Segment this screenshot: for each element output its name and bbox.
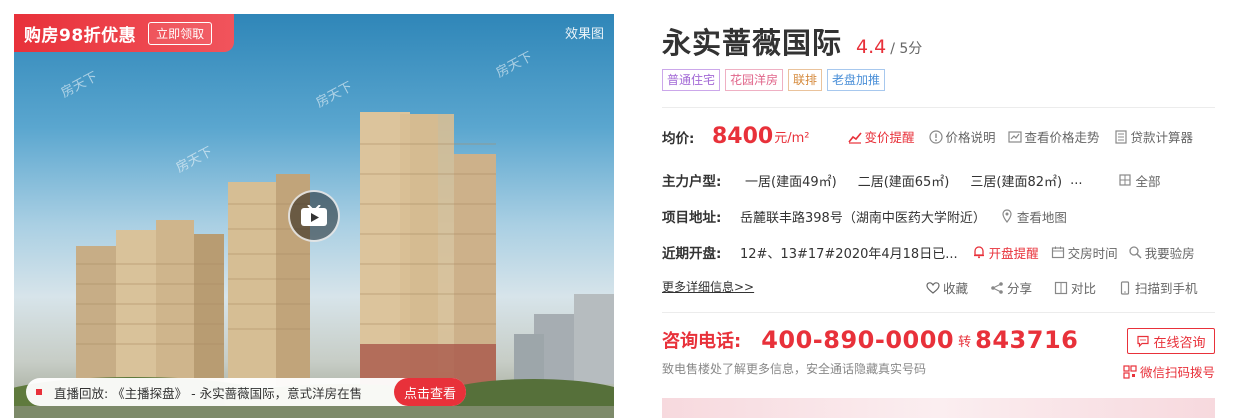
share-actions: 收藏 分享 对比 扫描到手机 [926, 278, 1198, 297]
price-unit: 元/m² [774, 131, 810, 146]
effect-image-tag: 效果图 [564, 27, 604, 42]
more-details-link[interactable]: 更多详细信息>> [662, 278, 754, 295]
calendar-icon [1051, 246, 1064, 259]
inspection-link[interactable]: 我要验房 [1128, 243, 1195, 262]
price-row: 均价: 8400 元/m² 变价提醒 价格说明 查看价格走势 贷款计算器 [662, 124, 1193, 149]
online-consult-button[interactable]: 在线咨询 [1127, 328, 1215, 354]
layout-all-link[interactable]: 全部 [1118, 171, 1160, 190]
tag-badge: 老盘加推 [827, 69, 886, 91]
price-trend-label: 查看价格走势 [1024, 130, 1100, 145]
phone-note: 致电售楼处了解更多信息，安全通话隐藏真实号码 [662, 362, 927, 376]
phone-icon [1120, 280, 1130, 295]
score-max: / 5分 [890, 41, 923, 57]
loan-calculator-label: 贷款计算器 [1130, 130, 1194, 145]
divider [662, 107, 1215, 108]
tag-badge: 联排 [788, 69, 823, 91]
project-info-panel: 永实蔷薇国际 4.4 / 5分 普通住宅 花园洋房 联排 老盘加推 均价: 84… [662, 0, 1215, 418]
heart-icon [926, 281, 940, 294]
inspect-icon [1128, 246, 1142, 259]
view-map-label: 查看地图 [1016, 209, 1067, 225]
address-label: 项目地址: [662, 210, 722, 226]
address-row: 项目地址: 岳麓联丰路398号（湖南中医药大学附近） 查看地图 [662, 206, 1067, 226]
favorite-button[interactable]: 收藏 [926, 278, 968, 297]
chart-icon [847, 131, 862, 144]
info-icon [928, 129, 943, 144]
phone-number: 400-890-0000 [761, 326, 955, 354]
layout-item[interactable]: 二居(建面65㎡) [858, 171, 950, 190]
compare-button[interactable]: 对比 [1054, 278, 1096, 297]
layout-item[interactable]: 三居(建面82㎡) [970, 171, 1062, 190]
chat-icon [1137, 335, 1150, 348]
price-alert-link[interactable]: 变价提醒 [847, 127, 915, 146]
promo-banner: 购房98折优惠 立即领取 [14, 14, 234, 52]
address-value: 岳麓联丰路398号（湖南中医药大学附近） [740, 210, 986, 226]
live-replay-bar[interactable]: 直播回放: 《主播探盘》 - 永实蔷薇国际，意式洋房在售 点击查看 [26, 378, 466, 406]
online-consult-label: 在线咨询 [1153, 335, 1206, 351]
live-replay-text: 直播回放: 《主播探盘》 - 永实蔷薇国际，意式洋房在售 [54, 385, 363, 401]
price-trend-link[interactable]: 查看价格走势 [1007, 127, 1100, 146]
grid-icon [1119, 174, 1132, 186]
layout-all-label: 全部 [1135, 173, 1161, 189]
opening-alert-label: 开盘提醒 [988, 245, 1039, 261]
qrcode-icon [1123, 364, 1137, 379]
inspection-label: 我要验房 [1144, 245, 1195, 261]
opening-value: 12#、13#17#2020年4月18日已... [740, 246, 958, 262]
price-value: 8400 [712, 124, 774, 149]
share-icon [991, 281, 1003, 294]
opening-alert-link[interactable]: 开盘提醒 [972, 243, 1039, 262]
share-label: 分享 [1007, 281, 1033, 296]
delivery-time-link[interactable]: 交房时间 [1051, 243, 1118, 262]
layout-row: 主力户型: 一居(建面49㎡) 二居(建面65㎡) 三居(建面82㎡) ... … [662, 170, 1160, 191]
share-button[interactable]: 分享 [990, 278, 1032, 297]
compare-label: 对比 [1071, 281, 1097, 296]
delivery-time-label: 交房时间 [1067, 245, 1118, 261]
calculator-icon [1114, 129, 1127, 144]
scan-to-phone-label: 扫描到手机 [1135, 281, 1198, 296]
price-label: 均价: [662, 130, 695, 147]
price-alert-label: 变价提醒 [864, 130, 915, 145]
wechat-scan-dial-label: 微信扫码拨号 [1139, 365, 1215, 380]
layout-label: 主力户型: [662, 174, 722, 190]
view-map-link[interactable]: 查看地图 [1000, 207, 1067, 226]
hero-image[interactable]: 房天下 房天下 房天下 房天下 购房98折优惠 立即领取 效果图 直播回放: 《… [14, 14, 614, 418]
loan-calculator-link[interactable]: 贷款计算器 [1114, 127, 1194, 146]
compare-icon [1054, 281, 1068, 294]
layout-ellipsis: ... [1070, 172, 1083, 188]
extension-separator: 转 [958, 334, 972, 350]
wechat-scan-dial-button[interactable]: 微信扫码拨号 [1123, 362, 1215, 381]
opening-label: 近期开盘: [662, 246, 722, 262]
divider [662, 312, 1215, 313]
phone-extension: 843716 [975, 326, 1079, 354]
live-indicator-icon [36, 389, 42, 395]
layout-item[interactable]: 一居(建面49㎡) [745, 171, 837, 190]
contact-label: 咨询电话: [662, 331, 742, 352]
project-tags: 普通住宅 花园洋房 联排 老盘加推 [662, 69, 886, 91]
promo-text: 购房98折优惠 [24, 25, 137, 46]
project-name: 永实蔷薇国际 [662, 26, 843, 60]
more-row: 更多详细信息>> [662, 278, 754, 295]
video-play-button[interactable] [288, 190, 340, 242]
location-pin-icon [1002, 209, 1012, 223]
project-score: 4.4 [856, 36, 887, 58]
contact-row: 咨询电话: 400-890-0000 转 843716 [662, 326, 1078, 354]
video-play-icon [301, 205, 327, 226]
tag-badge: 普通住宅 [662, 69, 721, 91]
scan-to-phone-button[interactable]: 扫描到手机 [1118, 278, 1198, 297]
claim-discount-button[interactable]: 立即领取 [148, 21, 213, 45]
favorite-label: 收藏 [943, 281, 969, 296]
bottom-banner-strip [662, 398, 1215, 418]
trend-icon [1007, 130, 1022, 143]
view-live-button[interactable]: 点击查看 [394, 378, 466, 406]
title-row: 永实蔷薇国际 4.4 / 5分 [662, 20, 922, 62]
price-note-link[interactable]: 价格说明 [928, 127, 996, 146]
tag-badge: 花园洋房 [725, 69, 784, 91]
bell-icon [973, 246, 984, 259]
price-note-label: 价格说明 [945, 130, 996, 145]
opening-row: 近期开盘: 12#、13#17#2020年4月18日已... 开盘提醒 交房时间… [662, 242, 1195, 263]
